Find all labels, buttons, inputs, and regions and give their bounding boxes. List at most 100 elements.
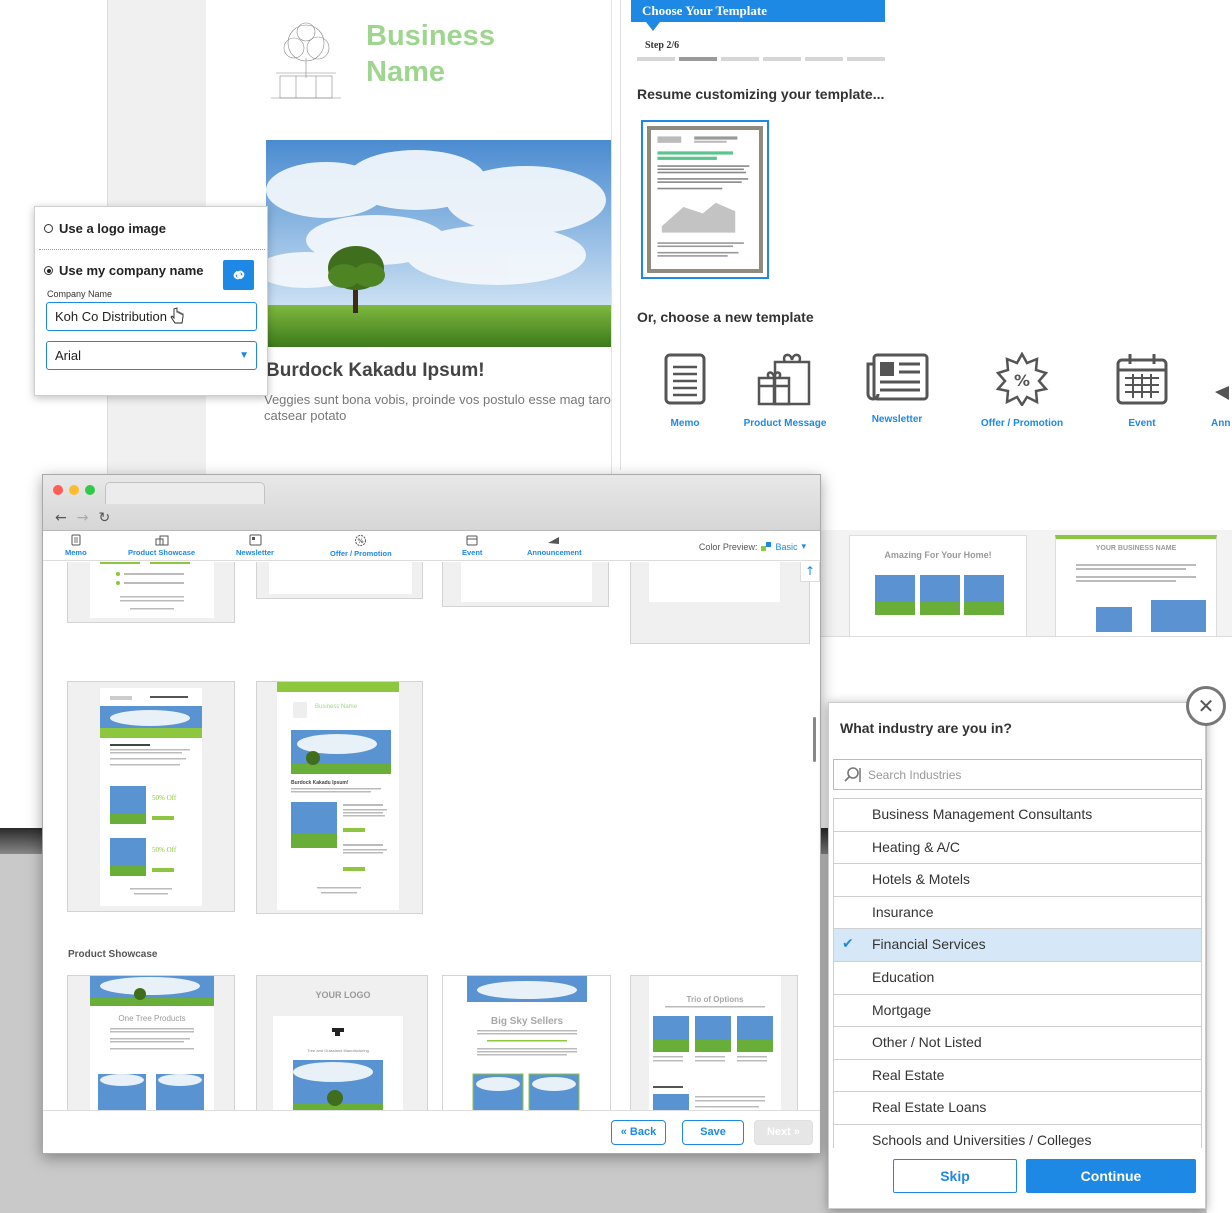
company-name-label: Company Name — [47, 289, 113, 299]
template-card[interactable]: 50% Off 50% Off — [67, 681, 235, 912]
gallery-card-title: YOUR BUSINESS NAME — [1095, 545, 1177, 552]
template-card[interactable]: Tree and Grassland Manufacturing YOUR LO… — [256, 975, 428, 1110]
nav-label: Product Showcase — [128, 548, 196, 557]
industry-option[interactable]: Heating & A/C — [833, 831, 1202, 865]
company-name-input[interactable]: Koh Co Distribution — [46, 302, 257, 331]
calendar-icon — [1116, 354, 1168, 405]
industry-option[interactable]: Real Estate — [833, 1059, 1202, 1093]
nav-newsletter[interactable]: Newsletter — [236, 534, 274, 557]
link-button[interactable] — [223, 260, 254, 290]
resume-heading: Resume customizing your template... — [637, 86, 885, 102]
template-card[interactable]: Trio of Options — [630, 975, 798, 1110]
memo-icon — [71, 534, 81, 546]
industry-question: What industry are you in? — [840, 720, 1012, 736]
color-preview-selector[interactable]: Color Preview: Basic ▾ — [699, 541, 806, 552]
step-bar — [805, 57, 843, 61]
gallery-card[interactable]: Amazing For Your Home! — [849, 535, 1027, 640]
use-logo-image-option[interactable]: Use a logo image — [44, 221, 166, 236]
nav-event[interactable]: Event — [462, 534, 482, 557]
right-edge-panel — [1206, 700, 1232, 1213]
industry-option-label: Mortgage — [872, 1001, 932, 1018]
industry-option[interactable]: Hotels & Motels — [833, 864, 1202, 897]
radio-unchecked-icon[interactable] — [44, 224, 53, 233]
font-select-value: Arial — [55, 348, 82, 363]
logo-settings-popover: Use a logo image Use my company name Com… — [34, 206, 268, 396]
headline[interactable]: Burdock Kakadu Ipsum! — [266, 360, 485, 382]
forward-arrow-icon[interactable]: → — [77, 510, 89, 526]
megaphone-icon — [1215, 386, 1229, 400]
template-card[interactable] — [630, 562, 810, 644]
gallery-card-images — [875, 575, 1004, 615]
next-button[interactable]: Next » — [754, 1120, 813, 1145]
template-card-preview: Tree and Grassland Manufacturing — [293, 1028, 383, 1110]
template-product-message[interactable]: Product Message — [735, 352, 835, 429]
gallery-card[interactable]: YOUR BUSINESS NAME — [1055, 535, 1217, 640]
step-progress — [637, 57, 885, 61]
industry-option[interactable]: Schools and Universities / Colleges — [833, 1124, 1202, 1148]
color-preview-label: Color Preview: — [698, 541, 758, 552]
template-category-nav: Memo Product Showcase Newsletter % Offer… — [43, 531, 820, 561]
browser-nav-buttons: ← → ↻ — [55, 510, 110, 526]
search-placeholder: Search Industries — [868, 768, 962, 782]
template-newsletter[interactable]: Newsletter — [847, 352, 947, 425]
nav-memo[interactable]: Memo — [65, 534, 87, 557]
template-card-preview: Trio of Options — [653, 995, 773, 1110]
body-text[interactable]: Veggies sunt bona vobis, proinde vos pos… — [264, 392, 611, 424]
continue-button[interactable]: Continue — [1026, 1159, 1196, 1193]
minimize-dot-icon[interactable] — [69, 485, 79, 495]
resume-template-thumbnail[interactable] — [641, 120, 769, 279]
industry-option-label: Education — [872, 968, 935, 985]
nav-product-showcase[interactable]: Product Showcase — [128, 534, 195, 557]
scroll-to-top-button[interactable]: ↑ — [800, 562, 820, 582]
scrollbar-thumb[interactable] — [813, 717, 816, 762]
back-arrow-icon[interactable]: ← — [55, 510, 67, 526]
gallery-bottom-strip — [820, 636, 1232, 686]
radio-checked-icon[interactable] — [44, 266, 53, 275]
template-card[interactable]: Business Name Burdock Kakadu Ipsum! — [256, 681, 423, 914]
industry-option[interactable]: Other / Not Listed — [833, 1027, 1202, 1060]
template-card[interactable]: Big Sky Sellers — [442, 975, 611, 1110]
close-icon: ✕ — [1197, 694, 1215, 718]
template-card-preview — [100, 562, 190, 610]
use-company-name-option[interactable]: Use my company name — [44, 263, 204, 278]
nav-offer-promotion[interactable]: % Offer / Promotion — [330, 534, 392, 558]
industry-option-selected[interactable]: ✔ Financial Services — [833, 929, 1202, 962]
industry-option[interactable]: Business Management Consultants — [833, 799, 1202, 832]
business-name-heading[interactable]: Business Name — [366, 18, 566, 90]
template-card[interactable] — [256, 562, 423, 599]
nav-announcement[interactable]: Announcement — [527, 534, 582, 557]
template-event[interactable]: Event — [1092, 352, 1192, 429]
gallery-card-title: Amazing For Your Home! — [884, 550, 992, 560]
font-select[interactable]: Arial ▼ — [46, 341, 257, 370]
industry-option[interactable]: Real Estate Loans — [833, 1092, 1202, 1125]
browser-chrome: ← → ↻ — [43, 475, 820, 531]
maximize-dot-icon[interactable] — [85, 485, 95, 495]
template-label: Product Message — [743, 418, 827, 429]
nav-label: Event — [462, 548, 483, 557]
thumb-big-sky: Big Sky Sellers — [491, 1016, 564, 1027]
industry-search-input[interactable]: Search Industries — [833, 759, 1202, 790]
reload-icon[interactable]: ↻ — [98, 510, 110, 526]
close-dot-icon[interactable] — [53, 485, 63, 495]
industry-option[interactable]: Mortgage — [833, 994, 1202, 1028]
template-card-preview: Big Sky Sellers — [467, 976, 587, 1110]
step-indicator: Step 2/6 — [645, 40, 680, 51]
template-card[interactable] — [67, 562, 235, 623]
template-card[interactable]: One Tree Products — [67, 975, 235, 1110]
save-button[interactable]: Save — [682, 1120, 744, 1145]
industry-option[interactable]: Insurance — [833, 896, 1202, 930]
industry-option[interactable]: Education — [833, 961, 1202, 995]
gift-icon — [155, 535, 169, 546]
browser-tab[interactable] — [105, 482, 265, 504]
skip-button[interactable]: Skip — [893, 1159, 1017, 1193]
template-card[interactable] — [442, 562, 609, 607]
hero-tree-image[interactable] — [266, 140, 612, 347]
template-offer-promotion[interactable]: % Offer / Promotion — [972, 352, 1072, 429]
newspaper-icon — [866, 353, 929, 401]
caret-down-icon: ▾ — [801, 541, 806, 551]
template-memo[interactable]: Memo — [635, 352, 735, 429]
svg-text:YOUR LOGO: YOUR LOGO — [315, 990, 370, 1000]
close-button[interactable]: ✕ — [1186, 686, 1226, 726]
back-button[interactable]: « Back — [611, 1120, 666, 1145]
template-announcement[interactable]: Ann — [1191, 352, 1232, 429]
